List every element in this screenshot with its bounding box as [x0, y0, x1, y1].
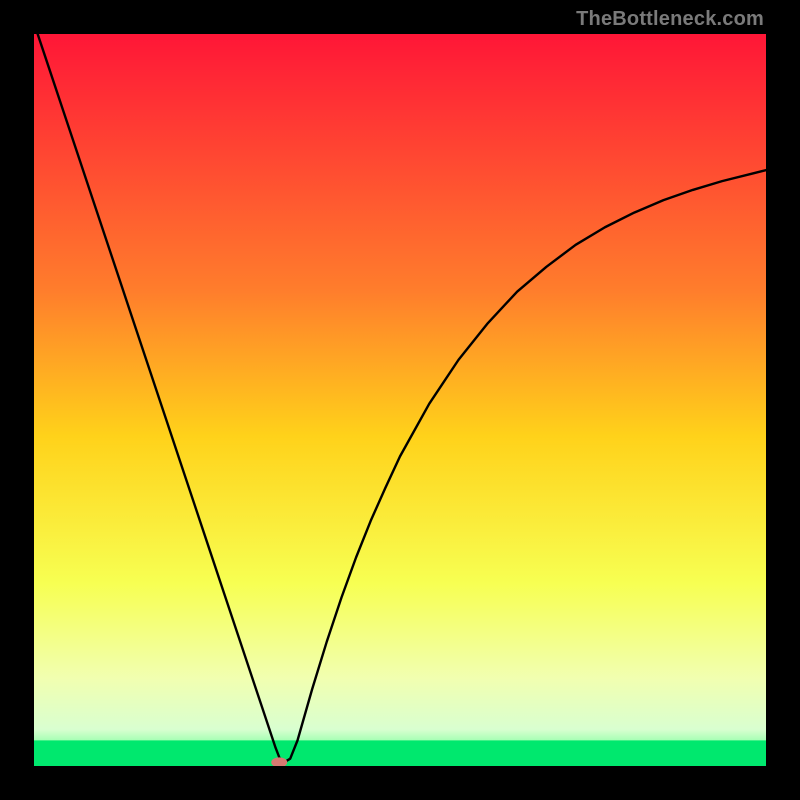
chart-frame: { "watermark": "TheBottleneck.com", "cha…: [0, 0, 800, 800]
green-band: [34, 740, 766, 766]
watermark-text: TheBottleneck.com: [576, 8, 764, 31]
chart-svg: [34, 34, 766, 766]
plot-area: [34, 34, 766, 766]
gradient-background: [34, 34, 766, 766]
